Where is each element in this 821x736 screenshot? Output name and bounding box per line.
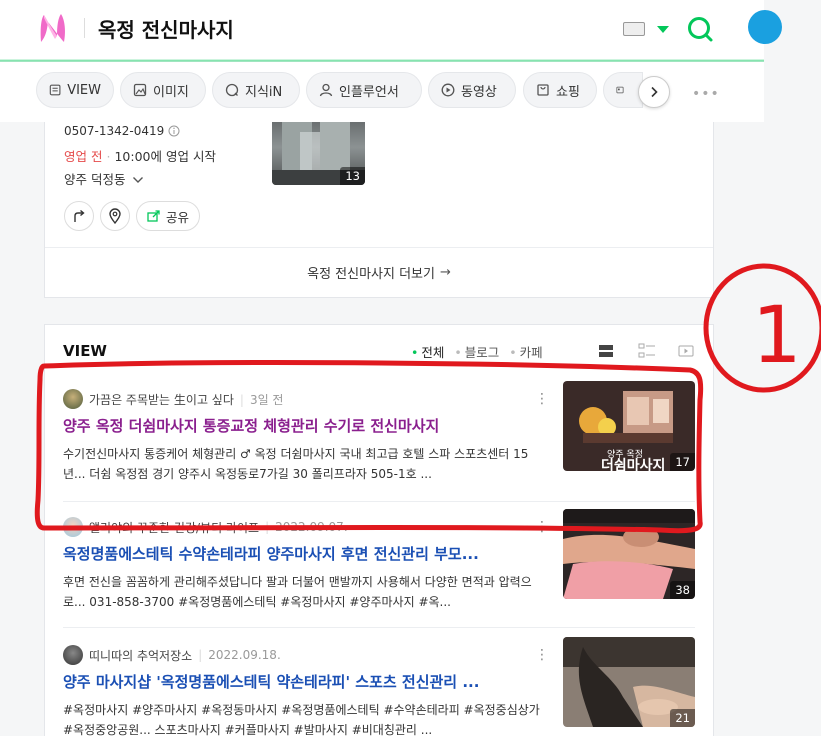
chevron-right-icon [651,86,658,98]
number-annotation-label: 1 [752,291,802,381]
status-closed: 영업 전 [64,149,103,164]
post-author[interactable]: 띠니따의 추억저장소 2022.09.18. [63,645,281,665]
qna-icon [225,83,239,97]
post-author[interactable]: 앨리야의 꾸준한 건강/뷰티 라이프 2022.09.07. [63,517,348,537]
keyboard-icon[interactable] [623,22,645,36]
post-thumbnail[interactable]: 21 [563,637,695,727]
place-phone[interactable]: 0507-1342-0419 [64,124,180,138]
post-author[interactable]: 가끔은 주목받는 生이고 싶다 3일 전 [63,389,283,409]
chevron-down-icon [133,177,144,183]
tab-video[interactable]: 동영상 [428,72,516,108]
search-tab-bar: VIEW 이미지 지식iN 인플루언서 동영상 쇼핑 ••• [0,62,764,122]
search-icon[interactable] [686,15,714,43]
place-more-link[interactable]: 옥정 전신마사지 더보기 → [45,247,713,297]
post-snippet: #옥정마사지 #양주마사지 #옥정동마사지 #옥정명품에스테틱 #수약손테라피 … [63,703,540,736]
post-thumbnail[interactable]: 양주 옥정 더쉼마사지 17 [563,381,695,471]
post-divider [63,501,695,502]
filter-blog[interactable]: • 블로그 [454,342,499,361]
video-filter-icon[interactable] [678,343,694,359]
document-icon [49,84,61,96]
tabs-more-icon[interactable]: ••• [692,86,720,102]
image-icon [133,83,147,97]
photo-count-badge: 21 [670,709,695,727]
view-section: VIEW •전체 •블로그 •카페 가끔은 주목받는 生이고 싶다 3일 전 ⋮… [44,324,714,736]
photo-count-badge: 38 [670,581,695,599]
kebab-menu-icon[interactable]: ⋮ [535,391,549,407]
tab-label: 이미지 [153,84,189,100]
photo-count-badge: 13 [340,167,365,185]
status-open-time: 10:00에 영업 시작 [114,149,216,164]
tab-label: 지식iN [245,84,283,100]
view-section-title: VIEW [63,342,107,360]
post-divider [63,627,695,628]
thumb-caption: 더쉼마사지 [601,458,666,471]
share-button[interactable]: 공유 [136,201,200,231]
person-icon [319,83,333,97]
post-snippet: 후면 전신을 꼼꼼하게 관리해주셨답니다 팔과 더불어 맨발까지 사용해서 다양… [63,575,532,609]
search-header: 옥정 전신마사지 [0,0,782,61]
map-pin-button[interactable] [100,201,130,231]
post-author-name: 띠니따의 추억저장소 [89,648,193,663]
directions-icon [74,209,85,222]
arrow-right-icon: → [439,265,451,280]
number-circle-annotation [703,263,821,393]
tab-image[interactable]: 이미지 [120,72,206,108]
search-query-text[interactable]: 옥정 전신마사지 [98,14,234,43]
filter-all[interactable]: • 전체 [411,342,444,361]
post-title[interactable]: 양주 옥정 더쉼마사지 통증교정 체형관리 수기로 전신마사지 [63,415,543,436]
tab-shopping[interactable]: 쇼핑 [523,72,597,108]
tab-kin[interactable]: 지식iN [212,72,300,108]
kebab-menu-icon[interactable]: ⋮ [535,647,549,663]
post-title[interactable]: 양주 마사지샵 '옥정명품에스테틱 약손테라피' 스포츠 전신관리 ... [63,671,543,692]
header-divider [84,18,85,38]
tab-news[interactable] [603,72,643,108]
view-filters: • 전체 • 블로그 • 카페 [411,342,543,361]
tab-label: 동영상 [461,84,497,100]
naver-logo-icon[interactable] [38,12,68,44]
layout-list-icon[interactable] [598,343,614,359]
tab-label: VIEW [67,82,101,98]
chevron-down-icon[interactable] [657,26,669,33]
photo-count-badge: 17 [670,453,695,471]
tab-label: 쇼핑 [556,84,580,100]
tab-view[interactable]: VIEW [36,72,114,108]
place-photo[interactable]: 13 [272,122,365,185]
share-icon [147,210,160,222]
map-pin-icon [109,208,121,224]
share-label: 공유 [165,209,189,225]
tab-label: 인플루언서 [339,84,399,100]
place-status: 영업 전 · 10:00에 영업 시작 [64,149,216,164]
avatar [63,517,83,537]
post-thumbnail[interactable]: 38 [563,509,695,599]
directions-button[interactable] [64,201,94,231]
place-card: 0507-1342-0419 영업 전 · 10:00에 영업 시작 양주 덕정동 … [44,122,714,298]
post-author-name: 앨리야의 꾸준한 건강/뷰티 라이프 [89,520,260,535]
filter-cafe[interactable]: • 카페 [509,342,542,361]
news-icon [616,86,624,94]
post-date: 3일 전 [240,391,284,408]
post-author-name: 가끔은 주목받는 生이고 싶다 [89,392,234,407]
tab-influencer[interactable]: 인플루언서 [306,72,422,108]
place-more-label: 옥정 전신마사지 더보기 [307,267,435,282]
layout-thumb-icon[interactable] [638,343,656,359]
post-title[interactable]: 옥정명품에스테틱 수약손테라피 양주마사지 후면 전신관리 부모... [63,543,543,564]
play-icon [441,83,455,97]
post-snippet: 수기전신마사지 통증케어 체형관리 ♂ 옥정 더쉼마사지 국내 최고급 호텔 스… [63,447,529,481]
post-date: 2022.09.18. [198,648,281,662]
bag-icon [537,84,549,96]
kebab-menu-icon[interactable]: ⋮ [535,519,549,535]
info-icon[interactable] [168,125,180,137]
place-area[interactable]: 양주 덕정동 [64,169,144,188]
post-date: 2022.09.07. [265,520,348,534]
avatar [63,645,83,665]
user-avatar-button[interactable] [748,10,782,44]
avatar [63,389,83,409]
tabs-next-button[interactable] [638,76,670,108]
